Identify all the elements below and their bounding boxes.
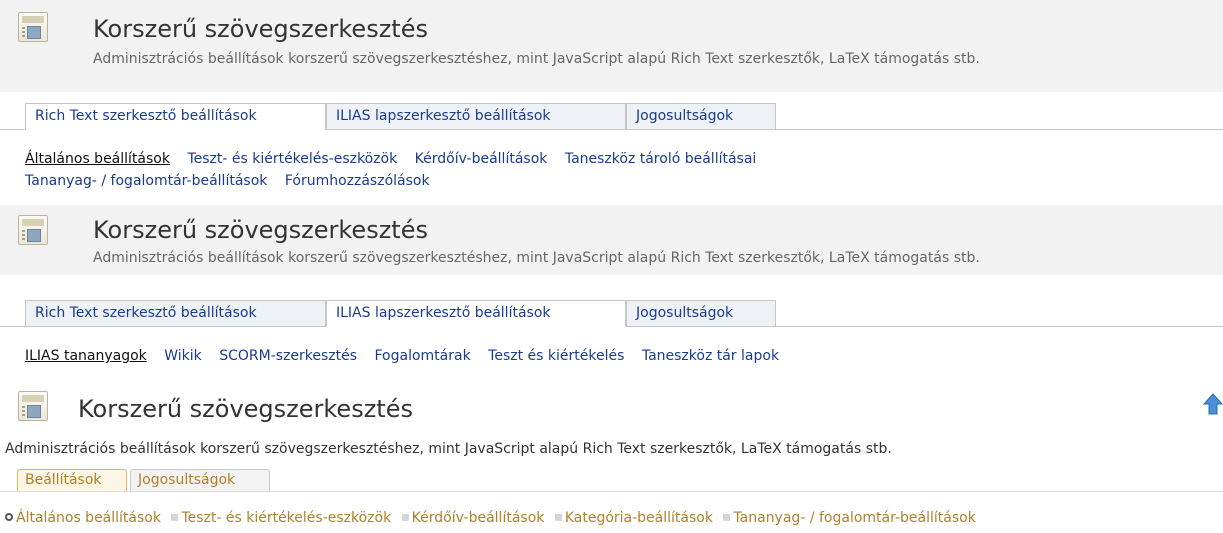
settings-panel-1: Korszerű szövegszerkesztés Adminisztráci…: [0, 0, 1223, 205]
page-description: Adminisztrációs beállítások korszerű szö…: [93, 250, 980, 266]
tab-rich-text-settings[interactable]: Rich Text szerkesztő beállítások: [25, 300, 326, 326]
bullet-icon: [401, 514, 409, 521]
editing-settings-icon: [18, 391, 48, 421]
subtab-general-settings[interactable]: Általános beállítások: [16, 510, 161, 526]
subtab-forum-posts[interactable]: Fórumhozzászólások: [285, 173, 430, 189]
tab-permissions[interactable]: Jogosultságok: [626, 103, 776, 129]
tab-permissions[interactable]: Jogosultságok: [626, 300, 776, 326]
page-header: Korszerű szövegszerkesztés Adminisztráci…: [0, 0, 1223, 92]
subtab-learning-module-settings[interactable]: Tananyag- / fogalomtár-beállítások: [733, 510, 975, 526]
subtab-learning-module-settings[interactable]: Tananyag- / fogalomtár-beállítások: [25, 173, 267, 189]
page-title: Korszerű szövegszerkesztés: [78, 395, 413, 423]
page-description: Adminisztrációs beállítások korszerű szö…: [93, 51, 980, 67]
subtab-survey-settings[interactable]: Kérdőív-beállítások: [415, 151, 548, 167]
subtab-test-tools[interactable]: Teszt- és kiértékelés-eszközök: [187, 151, 397, 167]
subtabs: ILIAS tananyagok Wikik SCORM-szerkesztés…: [25, 345, 1025, 367]
tab-divider: [0, 491, 1223, 492]
bullet-icon: [554, 514, 562, 521]
page-header: Korszerű szövegszerkesztés Adminisztráci…: [0, 205, 1223, 275]
subtabs: Általános beállítások Teszt- és kiértéke…: [25, 148, 1005, 192]
subtab-glossaries[interactable]: Fogalomtárak: [375, 348, 471, 364]
subtab-wikis[interactable]: Wikik: [164, 348, 202, 364]
page-description: Adminisztrációs beállítások korszerű szö…: [5, 441, 892, 457]
page-title: Korszerű szövegszerkesztés: [93, 216, 428, 244]
settings-panel-2: Korszerű szövegszerkesztés Adminisztráci…: [0, 205, 1223, 375]
editing-settings-icon: [18, 215, 48, 245]
page-title: Korszerű szövegszerkesztés: [93, 15, 428, 43]
subtab-scorm-editing[interactable]: SCORM-szerkesztés: [219, 348, 357, 364]
main-tabs: Rich Text szerkesztő beállítások ILIAS l…: [0, 103, 1223, 130]
up-arrow-icon[interactable]: [1203, 392, 1223, 418]
subtab-survey-settings[interactable]: Kérdőív-beállítások: [412, 510, 545, 526]
active-bullet-icon: [5, 513, 13, 521]
subtab-test-assessment[interactable]: Teszt és kiértékelés: [488, 348, 624, 364]
editing-settings-icon: [18, 12, 48, 42]
subtab-test-tools[interactable]: Teszt- és kiértékelés-eszközök: [181, 510, 391, 526]
main-tabs: Rich Text szerkesztő beállítások ILIAS l…: [0, 300, 1223, 327]
tab-ilias-page-editor-settings[interactable]: ILIAS lapszerkesztő beállítások: [326, 103, 626, 129]
subtab-repository-pages[interactable]: Taneszköz tár lapok: [642, 348, 779, 364]
subtab-category-settings[interactable]: Kategória-beállítások: [565, 510, 713, 526]
subtabs: Általános beállítások Teszt- és kiértéke…: [5, 510, 982, 526]
tab-rich-text-settings[interactable]: Rich Text szerkesztő beállítások: [25, 103, 326, 130]
subtab-general-settings[interactable]: Általános beállítások: [25, 151, 170, 167]
bullet-icon: [723, 514, 731, 521]
tab-settings[interactable]: Beállítások: [17, 469, 127, 491]
tab-ilias-page-editor-settings[interactable]: ILIAS lapszerkesztő beállítások: [326, 300, 626, 327]
settings-panel-3: Korszerű szövegszerkesztés Adminisztráci…: [0, 375, 1223, 533]
subtab-repository-settings[interactable]: Taneszköz tároló beállításai: [565, 151, 756, 167]
bullet-icon: [171, 514, 179, 521]
subtab-ilias-learning-modules[interactable]: ILIAS tananyagok: [25, 348, 147, 364]
tab-permissions[interactable]: Jogosultságok: [130, 469, 270, 491]
